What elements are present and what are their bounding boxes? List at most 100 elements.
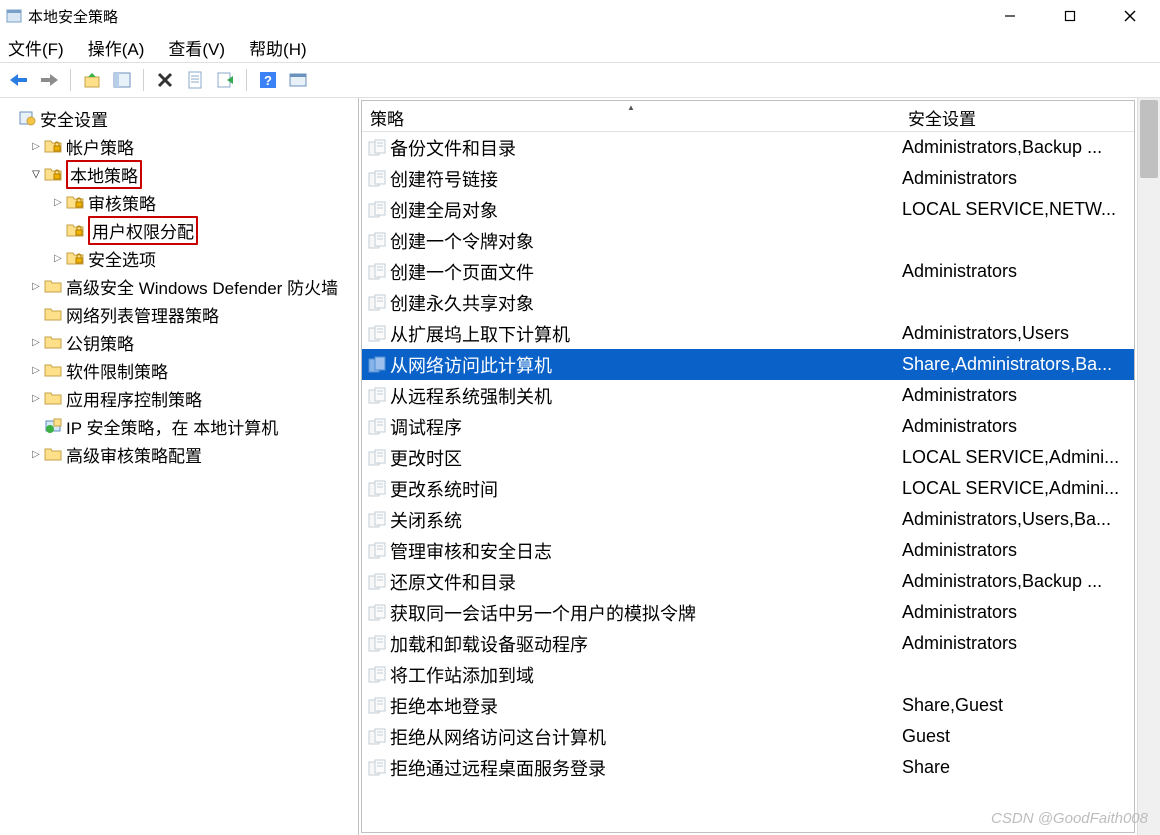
tree-item[interactable]: 用户权限分配 — [0, 216, 358, 244]
policy-row[interactable]: 更改系统时间LOCAL SERVICE,Admini... — [362, 473, 1134, 504]
close-button[interactable] — [1100, 0, 1160, 32]
tree-item[interactable]: ▷ 高级安全 Windows Defender 防火墙 — [0, 272, 358, 300]
policy-name: 从远程系统强制关机 — [390, 383, 552, 409]
tree-panel[interactable]: 安全设置 ▷帐户策略▽本地策略▷审核策略用户权限分配▷安全选项▷高级安全 Win… — [0, 98, 359, 835]
policy-row[interactable]: 调试程序Administrators — [362, 411, 1134, 442]
twisty-icon[interactable]: ▽ — [28, 169, 44, 180]
twisty-icon[interactable]: ▷ — [28, 281, 44, 292]
column-header-setting[interactable]: 安全设置 — [900, 101, 1134, 131]
menu-view[interactable]: 查看(V) — [168, 35, 225, 60]
policy-row[interactable]: 创建全局对象LOCAL SERVICE,NETW... — [362, 194, 1134, 225]
policy-icon — [368, 635, 386, 653]
twisty-icon[interactable]: ▷ — [28, 141, 44, 152]
policy-row[interactable]: 创建永久共享对象 — [362, 287, 1134, 318]
policy-row[interactable]: 拒绝从网络访问这台计算机Guest — [362, 721, 1134, 752]
tree-item[interactable]: ▷软件限制策略 — [0, 356, 358, 384]
policy-name: 管理审核和安全日志 — [390, 538, 552, 564]
policy-row[interactable]: 拒绝通过远程桌面服务登录Share — [362, 752, 1134, 783]
policy-setting: Share — [896, 757, 1134, 778]
menu-help[interactable]: 帮助(H) — [249, 35, 307, 60]
policy-row[interactable]: 从远程系统强制关机Administrators — [362, 380, 1134, 411]
forward-button[interactable] — [36, 67, 62, 93]
folder-icon — [44, 305, 62, 323]
policy-icon — [368, 697, 386, 715]
policy-icon — [368, 666, 386, 684]
policy-setting: LOCAL SERVICE,NETW... — [896, 199, 1134, 220]
properties-button[interactable] — [182, 67, 208, 93]
tree-root[interactable]: 安全设置 — [0, 104, 358, 132]
tree-label: 高级审核策略配置 — [66, 442, 202, 467]
policy-icon — [368, 449, 386, 467]
tree-item[interactable]: ▷审核策略 — [0, 188, 358, 216]
policy-row[interactable]: 加载和卸载设备驱动程序Administrators — [362, 628, 1134, 659]
twisty-icon[interactable]: ▷ — [28, 393, 44, 404]
maximize-button[interactable] — [1040, 0, 1100, 32]
folder-icon — [44, 333, 62, 351]
policy-row[interactable]: 从扩展坞上取下计算机Administrators,Users — [362, 318, 1134, 349]
tree-item[interactable]: ▷安全选项 — [0, 244, 358, 272]
policy-name: 更改时区 — [390, 445, 462, 471]
twisty-icon[interactable]: ▷ — [28, 449, 44, 460]
policy-setting: LOCAL SERVICE,Admini... — [896, 478, 1134, 499]
policy-setting: Administrators — [896, 540, 1134, 561]
back-button[interactable] — [6, 67, 32, 93]
export-button[interactable] — [212, 67, 238, 93]
policy-row[interactable]: 创建一个令牌对象 — [362, 225, 1134, 256]
tree-item[interactable]: ▽ 本地策略 — [0, 160, 358, 188]
menu-action[interactable]: 操作(A) — [88, 35, 145, 60]
column-header-policy[interactable]: ▲ 策略 — [362, 101, 900, 131]
policy-name: 调试程序 — [390, 414, 462, 440]
policy-setting: Administrators — [896, 168, 1134, 189]
policy-row[interactable]: 创建一个页面文件Administrators — [362, 256, 1134, 287]
policy-setting: Share,Guest — [896, 695, 1134, 716]
tree-label: 公钥策略 — [66, 330, 134, 355]
policy-row[interactable]: 更改时区LOCAL SERVICE,Admini... — [362, 442, 1134, 473]
help-button[interactable]: ? — [255, 67, 281, 93]
policy-row[interactable]: 拒绝本地登录Share,Guest — [362, 690, 1134, 721]
list-header: ▲ 策略 安全设置 — [362, 101, 1134, 132]
policy-icon — [368, 139, 386, 157]
tree-item[interactable]: IP 安全策略，在 本地计算机 — [0, 412, 358, 440]
tree-item[interactable]: ▷ 帐户策略 — [0, 132, 358, 160]
menu-file[interactable]: 文件(F) — [8, 35, 64, 60]
new-window-button[interactable] — [285, 67, 311, 93]
sort-caret-icon: ▲ — [627, 103, 635, 112]
policy-setting: Administrators — [896, 602, 1134, 623]
twisty-icon[interactable]: ▷ — [28, 365, 44, 376]
twisty-icon[interactable]: ▷ — [28, 337, 44, 348]
twisty-icon[interactable]: ▷ — [50, 197, 66, 208]
policy-row[interactable]: 获取同一会话中另一个用户的模拟令牌 Administrators — [362, 597, 1134, 628]
policy-row[interactable]: 创建符号链接Administrators — [362, 163, 1134, 194]
policy-row[interactable]: 关闭系统Administrators,Users,Ba... — [362, 504, 1134, 535]
app-icon — [6, 8, 22, 24]
tree-item[interactable]: ▷ 高级审核策略配置 — [0, 440, 358, 468]
policy-name: 获取同一会话中另一个用户的模拟令牌 — [390, 600, 696, 626]
menu-bar: 文件(F) 操作(A) 查看(V) 帮助(H) — [0, 32, 1160, 63]
policy-setting: Administrators — [896, 633, 1134, 654]
twisty-icon[interactable]: ▷ — [50, 253, 66, 264]
delete-button[interactable] — [152, 67, 178, 93]
policy-icon — [368, 573, 386, 591]
up-button[interactable] — [79, 67, 105, 93]
policy-icon — [368, 728, 386, 746]
show-hide-tree-button[interactable] — [109, 67, 135, 93]
vertical-scrollbar[interactable] — [1137, 98, 1160, 835]
tree-label: 高级安全 Windows Defender 防火墙 — [66, 274, 338, 299]
policy-row[interactable]: 还原文件和目录 Administrators,Backup ... — [362, 566, 1134, 597]
policy-setting: Administrators,Backup ... — [896, 571, 1134, 592]
scrollbar-thumb[interactable] — [1140, 100, 1158, 178]
policy-name: 创建永久共享对象 — [390, 290, 534, 316]
tree-item[interactable]: 网络列表管理器策略 — [0, 300, 358, 328]
tree-label: 本地策略 — [66, 160, 142, 189]
policy-row[interactable]: 备份文件和目录Administrators,Backup ... — [362, 132, 1134, 163]
policy-row[interactable]: 从网络访问此计算机Share,Administrators,Ba... — [362, 349, 1134, 380]
minimize-button[interactable] — [980, 0, 1040, 32]
tree-item[interactable]: ▷ 公钥策略 — [0, 328, 358, 356]
policy-setting: Administrators — [896, 261, 1134, 282]
policy-row[interactable]: 管理审核和安全日志 Administrators — [362, 535, 1134, 566]
policy-row[interactable]: 将工作站添加到域 — [362, 659, 1134, 690]
tree-label: 应用程序控制策略 — [66, 386, 202, 411]
tree-label: 帐户策略 — [66, 134, 134, 159]
policy-name: 还原文件和目录 — [390, 569, 516, 595]
tree-item[interactable]: ▷ 应用程序控制策略 — [0, 384, 358, 412]
